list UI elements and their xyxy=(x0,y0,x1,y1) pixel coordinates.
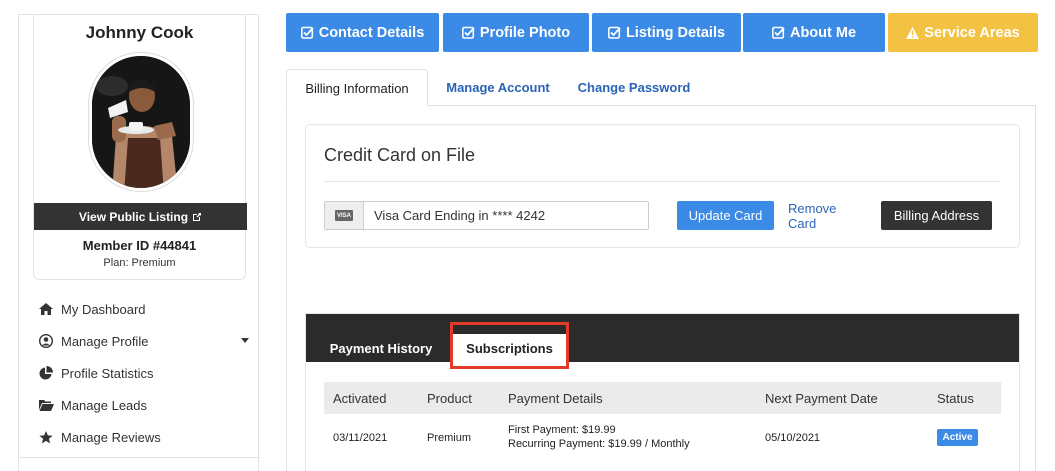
user-circle-icon xyxy=(39,334,61,348)
profile-name: Johnny Cook xyxy=(85,23,194,42)
about-me-label: About Me xyxy=(789,24,857,41)
product-name: Premium xyxy=(427,432,472,444)
tab-change-password[interactable]: Change Password xyxy=(571,69,697,106)
remove-card-link[interactable]: Remove Card xyxy=(788,201,868,231)
check-square-icon xyxy=(300,26,314,39)
account-tabs: Billing Information Manage Account Chang… xyxy=(286,69,1036,107)
sidebar-item-profile-statistics[interactable]: Profile Statistics xyxy=(39,357,249,389)
plan-label: Plan: Premium xyxy=(103,257,176,269)
home-icon xyxy=(39,303,61,315)
profile-photo-label: Profile Photo xyxy=(479,24,571,41)
folder-open-icon xyxy=(39,399,61,411)
member-id: Member ID #44841 xyxy=(82,238,197,253)
listing-details-label: Listing Details xyxy=(625,24,726,41)
tab-billing-information[interactable]: Billing Information xyxy=(286,69,428,107)
column-header: Status xyxy=(937,390,974,406)
activated-date: 03/11/2021 xyxy=(333,432,388,444)
table-header: Activated Product Payment Details Next P… xyxy=(324,382,1001,414)
sidebar-item-label: Manage Leads xyxy=(61,397,148,413)
update-card-button[interactable]: Update Card xyxy=(677,201,774,230)
card-on-file-field: VISA Visa Card Ending in **** 4242 xyxy=(324,201,649,230)
avatar-photo xyxy=(92,56,190,188)
chevron-down-icon[interactable] xyxy=(241,338,249,343)
service-areas-label: Service Areas xyxy=(924,24,1020,41)
first-payment: First Payment: $19.99 xyxy=(508,424,616,436)
listing-details-button[interactable]: Listing Details xyxy=(592,13,741,52)
credit-card-title: Credit Card on File xyxy=(324,145,476,165)
sidebar-item-label: Profile Statistics xyxy=(61,365,154,381)
pie-chart-icon xyxy=(39,366,61,380)
view-public-listing-button[interactable]: View Public Listing xyxy=(34,203,247,230)
credit-card-section: Credit Card on File VISA Visa Card Endin… xyxy=(305,124,1020,248)
check-square-icon xyxy=(771,26,785,39)
card-on-file-text: Visa Card Ending in **** 4242 xyxy=(374,208,546,223)
check-square-icon xyxy=(607,26,621,39)
check-square-icon xyxy=(461,26,475,39)
column-header: Activated xyxy=(333,390,387,406)
tab-payment-history[interactable]: Payment History xyxy=(324,334,438,362)
column-header: Product xyxy=(427,390,472,406)
next-payment-date: 05/10/2021 xyxy=(765,432,821,444)
contact-details-label: Contact Details xyxy=(318,24,425,41)
sidebar-item-label: Manage Reviews xyxy=(61,429,161,445)
sidebar: Johnny Cook View Public Listing Member I… xyxy=(18,14,260,471)
sidebar-item-manage-reviews[interactable]: Manage Reviews xyxy=(39,421,249,453)
divider xyxy=(324,181,1000,182)
warning-icon xyxy=(906,26,920,39)
sidebar-item-dashboard[interactable]: My Dashboard xyxy=(39,293,249,325)
avatar xyxy=(89,53,193,191)
profile-photo-button[interactable]: Profile Photo xyxy=(443,13,589,52)
status-badge: Active xyxy=(937,429,978,446)
profile-card: Johnny Cook View Public Listing Member I… xyxy=(33,15,247,280)
star-icon xyxy=(39,430,61,444)
subscriptions-highlight-box xyxy=(450,322,569,369)
sidebar-item-label: My Dashboard xyxy=(61,301,146,317)
service-areas-button[interactable]: Service Areas xyxy=(888,13,1038,52)
billing-address-button[interactable]: Billing Address xyxy=(881,201,992,230)
sidebar-divider xyxy=(19,457,260,458)
sidebar-item-label: Manage Profile xyxy=(61,333,149,349)
tab-manage-account[interactable]: Manage Account xyxy=(436,69,560,106)
column-header: Next Payment Date xyxy=(765,390,878,406)
payments-section: Payment History Subscriptions Activated … xyxy=(305,313,1020,471)
recurring-payment: Recurring Payment: $19.99 / Monthly xyxy=(508,438,690,450)
card-addon: VISA xyxy=(325,202,364,229)
payments-tab-bar: Payment History Subscriptions xyxy=(306,314,1019,362)
external-link-icon xyxy=(193,212,202,221)
visa-card-icon: VISA xyxy=(335,210,353,221)
sidebar-item-manage-leads[interactable]: Manage Leads xyxy=(39,389,249,421)
view-public-listing-label: View Public Listing xyxy=(78,209,189,224)
sidebar-nav: My Dashboard Manage Profile Profile Stat… xyxy=(39,293,249,453)
sidebar-item-manage-profile[interactable]: Manage Profile xyxy=(39,325,249,357)
contact-details-button[interactable]: Contact Details xyxy=(286,13,439,52)
about-me-button[interactable]: About Me xyxy=(743,13,885,52)
column-header: Payment Details xyxy=(508,390,603,406)
